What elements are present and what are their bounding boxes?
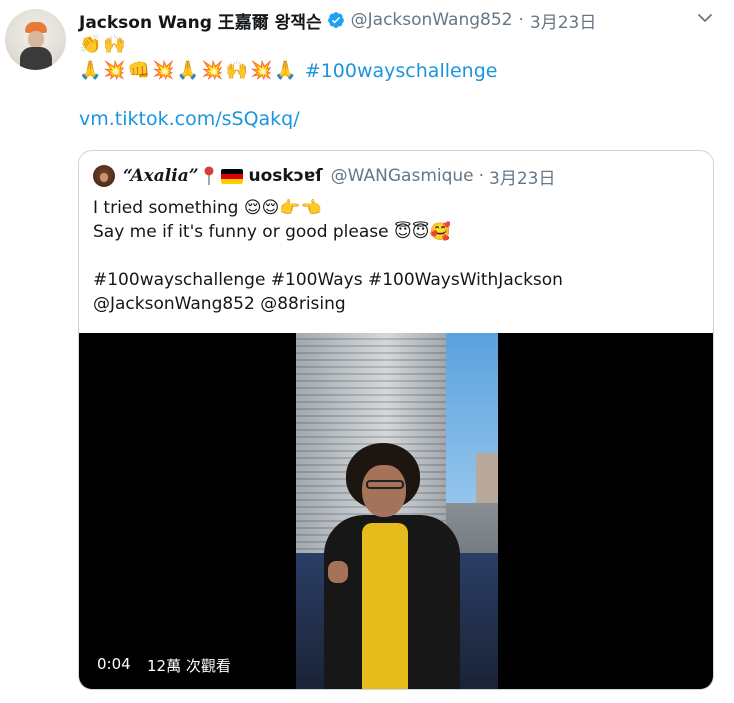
clapping-hands-emoji: 👏 (79, 34, 102, 55)
quoted-hashtags: #100wayschallenge #100Ways #100WaysWithJ… (93, 270, 563, 290)
tweet-line-2: 🙏 💥 👊 💥 🙏 💥 🙌 💥 🙏 #100wayschallenge (79, 59, 497, 83)
quoted-tweet[interactable]: “Axalia” uoskɔɐſ @WANGasmique · 3月23日 I … (78, 150, 714, 690)
folded-hands-emoji: 🙏 (274, 60, 297, 81)
smiling-halo-emoji: 😇 (411, 222, 430, 242)
tweet: Jackson Wang 王嘉爾 왕잭슨 @JacksonWang852 · 3… (0, 0, 734, 703)
author-handle[interactable]: @JacksonWang852 (351, 10, 513, 30)
collision-emoji: 💥 (152, 60, 175, 81)
quoted-text-2: Say me if it's funny or good please (93, 222, 389, 242)
author-name[interactable]: Jackson Wang 王嘉爾 왕잭슨 (79, 8, 322, 33)
quoted-line-2: Say me if it's funny or good please 😇😇🥰 (93, 220, 451, 244)
separator: · (518, 10, 524, 30)
tweet-line-3: vm.tiktok.com/sSQakq/ (79, 107, 300, 131)
collision-emoji: 💥 (103, 60, 126, 81)
tweet-date[interactable]: 3月23日 (530, 8, 596, 33)
video-view-count: 12萬 次觀看 (147, 657, 231, 675)
smiling-hearts-emoji: 🥰 (429, 222, 451, 242)
quoted-line-1: I tried something 😌😌👉👈 (93, 196, 322, 220)
video-player[interactable]: 0:04 12萬 次觀看 (79, 333, 713, 689)
collision-emoji: 💥 (249, 60, 273, 81)
quoted-author-handle[interactable]: @WANGasmique (331, 166, 474, 186)
quoted-mentions: @JacksonWang852 @88rising (93, 294, 346, 314)
tiktok-link[interactable]: vm.tiktok.com/sSQakq/ (79, 108, 300, 130)
hashtag-link[interactable]: #100wayschallenge (305, 59, 498, 83)
raising-hands-emoji: 🙌 (225, 60, 248, 81)
quoted-author-name-decor: uoskɔɐſ (203, 166, 323, 186)
raising-hands-emoji: 🙌 (103, 34, 126, 55)
relieved-face-emoji: 😌 (261, 198, 280, 218)
germany-flag-icon (220, 168, 243, 184)
tweet-line-1: 👏 🙌 (79, 34, 126, 56)
verified-badge-icon (327, 12, 344, 28)
quoted-author-avatar[interactable] (93, 165, 115, 187)
quoted-author-name[interactable]: “Axalia” (123, 166, 199, 186)
folded-hands-emoji: 🙏 (79, 60, 102, 81)
pointing-left-emoji: 👈 (300, 198, 322, 218)
collision-emoji: 💥 (201, 60, 224, 81)
tweet-header: Jackson Wang 王嘉爾 왕잭슨 @JacksonWang852 · 3… (79, 8, 596, 33)
quoted-text-1: I tried something (93, 198, 239, 218)
smiling-halo-emoji: 😇 (394, 222, 412, 242)
fist-emoji: 👊 (127, 60, 151, 81)
round-pushpin-icon (204, 166, 213, 185)
folded-hands-emoji: 🙏 (176, 60, 200, 81)
quoted-author-name-suffix: uoskɔɐſ (248, 166, 323, 186)
relieved-face-emoji: 😌 (243, 198, 262, 218)
video-timestamp: 0:04 (97, 655, 131, 673)
quoted-tweet-header: “Axalia” uoskɔɐſ @WANGasmique · 3月23日 (123, 163, 556, 189)
chevron-down-icon[interactable] (697, 10, 713, 26)
video-frame (296, 333, 498, 689)
author-avatar[interactable] (5, 9, 66, 70)
quoted-tweet-date[interactable]: 3月23日 (489, 164, 555, 189)
separator: · (478, 166, 485, 186)
pointing-right-emoji: 👉 (279, 198, 301, 218)
